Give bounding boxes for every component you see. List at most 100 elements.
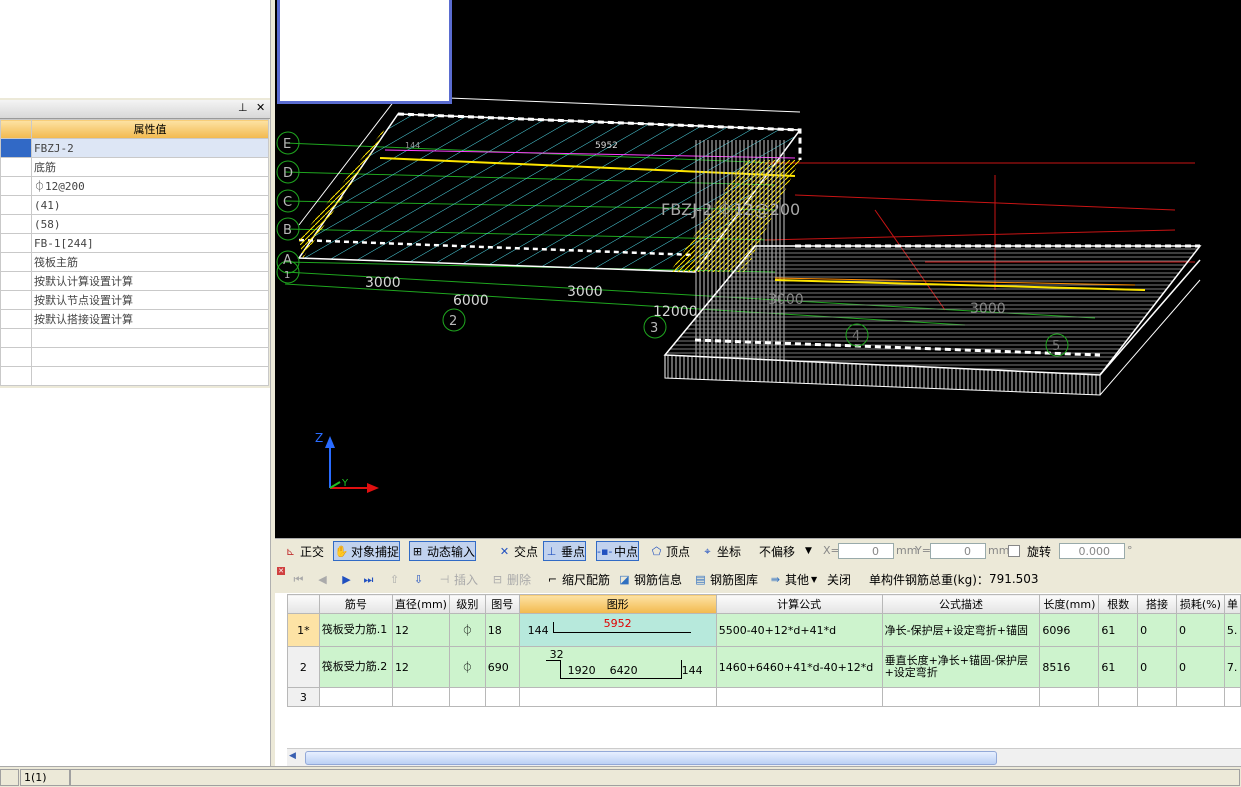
length-cell[interactable]: 6096	[1039, 613, 1100, 647]
axis-label: E	[283, 137, 291, 152]
bar-no-cell[interactable]: 筏板受力筋.2	[318, 646, 393, 688]
grade-cell[interactable]: ⏀	[448, 646, 486, 688]
col-shape[interactable]: 图形	[518, 594, 717, 614]
desc-cell[interactable]: 净长-保护层+设定弯折+锚固	[881, 613, 1041, 647]
shape-cell[interactable]: 144 5952	[518, 613, 717, 647]
property-panel-blank	[0, 388, 271, 766]
unit-cell[interactable]: 5.	[1223, 613, 1241, 647]
diameter-cell[interactable]: 12	[391, 646, 450, 688]
row-header[interactable]: 2	[287, 646, 320, 688]
shape-cell[interactable]: 32 1920 6420 144	[518, 646, 717, 688]
col-length[interactable]: 长度(mm)	[1039, 594, 1100, 614]
horizontal-scrollbar[interactable]: ◀	[287, 748, 1241, 766]
table-row[interactable]: 3	[287, 687, 1241, 707]
x-offset-input[interactable]: 0	[838, 543, 894, 559]
navigation-minimap[interactable]	[277, 0, 452, 104]
property-value[interactable]: ⏀12@200	[31, 176, 269, 196]
property-value[interactable]: 按默认搭接设置计算	[31, 309, 269, 329]
dimension-label: 3000	[567, 284, 603, 300]
unit-cell[interactable]: 7.	[1223, 646, 1241, 688]
property-value[interactable]: (41)	[31, 195, 269, 215]
close-icon[interactable]: ✕	[256, 101, 265, 114]
perpendicular-snap-button[interactable]: ⊥ 垂点	[543, 541, 587, 561]
y-offset-input[interactable]: 0	[930, 543, 986, 559]
delete-button[interactable]: ⊟ 删除	[490, 570, 531, 588]
col-loss[interactable]: 损耗(%)	[1175, 594, 1225, 614]
scrollbar-thumb[interactable]	[305, 751, 997, 765]
property-value[interactable]	[31, 328, 269, 348]
vertex-snap-button[interactable]: ⬠ 顶点	[649, 542, 690, 560]
first-icon: ⏮	[293, 572, 304, 586]
length-cell[interactable]: 8516	[1039, 646, 1100, 688]
loss-cell[interactable]: 0	[1175, 646, 1225, 688]
property-value[interactable]: 筏板主筋	[31, 252, 269, 272]
coordinate-snap-button[interactable]: ⌖ 坐标	[700, 542, 741, 560]
table-row[interactable]: 2 筏板受力筋.2 12 ⏀ 690 32 1920 6420 144 1460…	[287, 646, 1241, 688]
col-grade[interactable]: 级别	[448, 594, 486, 614]
move-up-button[interactable]: ⇧	[387, 570, 404, 588]
other-icon: ⇛	[770, 572, 781, 586]
scale-rebar-button[interactable]: ⌐ 缩尺配筋	[545, 570, 610, 588]
loss-cell[interactable]: 0	[1175, 613, 1225, 647]
row-header[interactable]: 3	[287, 687, 320, 707]
property-value[interactable]: 按默认计算设置计算	[31, 271, 269, 291]
rebar-info-button[interactable]: ◪ 钢筋信息	[617, 570, 682, 588]
shape-segment-a: 1920	[567, 664, 596, 677]
perpendicular-icon: ⊥	[546, 544, 557, 558]
desc-cell[interactable]: 垂直长度+净长+锚固-保护层+设定弯折	[881, 646, 1041, 688]
col-desc[interactable]: 公式描述	[881, 594, 1041, 614]
col-diameter[interactable]: 直径(mm)	[391, 594, 450, 614]
rotate-checkbox[interactable]	[1008, 545, 1020, 557]
move-down-button[interactable]: ⇩	[411, 570, 428, 588]
property-value[interactable]: FBZJ-2	[31, 138, 269, 158]
formula-cell[interactable]: 5500-40+12*d+41*d	[715, 613, 883, 647]
shape-no-cell[interactable]: 690	[484, 646, 520, 688]
last-record-button[interactable]: ⏭	[361, 570, 378, 588]
total-weight-display: 单构件钢筋总重(kg)： 791.503	[869, 572, 1039, 587]
property-value[interactable]: (58)	[31, 214, 269, 234]
orthogonal-button[interactable]: ⊾ 正交	[283, 542, 324, 560]
property-value[interactable]	[31, 347, 269, 367]
lap-cell[interactable]: 0	[1137, 646, 1177, 688]
next-record-button[interactable]: ▶	[339, 570, 356, 588]
property-value[interactable]: 底筋	[31, 157, 269, 177]
pin-icon[interactable]: ⊥	[238, 101, 248, 114]
scroll-left-icon[interactable]: ◀	[289, 751, 296, 761]
grade-cell[interactable]: ⏀	[448, 613, 486, 647]
bar-no-cell[interactable]: 筏板受力筋.1	[318, 613, 393, 647]
rotate-angle-input[interactable]: 0.000	[1059, 543, 1125, 559]
col-unit[interactable]: 单	[1223, 594, 1241, 614]
formula-cell[interactable]: 1460+6460+41*d-40+12*d	[715, 646, 883, 688]
row-header[interactable]: 1*	[287, 613, 320, 647]
property-value[interactable]: FB-1[244]	[31, 233, 269, 253]
shape-no-cell[interactable]: 18	[484, 613, 520, 647]
close-button[interactable]: 关闭	[827, 570, 851, 588]
diameter-cell[interactable]: 12	[391, 613, 450, 647]
count-cell[interactable]: 61	[1098, 613, 1139, 647]
close-icon[interactable]: ✕	[277, 567, 285, 575]
col-count[interactable]: 根数	[1098, 594, 1139, 614]
offset-mode-select[interactable]: 不偏移 ▼	[759, 542, 812, 560]
col-formula[interactable]: 计算公式	[715, 594, 883, 614]
object-snap-button[interactable]: ✋ 对象捕捉	[333, 541, 401, 561]
midpoint-snap-button[interactable]: -▪- 中点	[596, 541, 640, 561]
property-value[interactable]: 按默认节点设置计算	[31, 290, 269, 310]
first-record-button[interactable]: ⏮	[291, 570, 308, 588]
status-bar: 1(1)	[0, 766, 1241, 787]
count-cell[interactable]: 61	[1098, 646, 1139, 688]
col-shape-no[interactable]: 图号	[484, 594, 520, 614]
property-value[interactable]	[31, 366, 269, 386]
other-menu-button[interactable]: ⇛ 其他 ▼	[768, 570, 817, 588]
col-bar-no[interactable]: 筋号	[318, 594, 393, 614]
lap-cell[interactable]: 0	[1137, 613, 1177, 647]
rebar-library-button[interactable]: ▤ 钢筋图库	[693, 570, 758, 588]
dynamic-input-button[interactable]: ⊞ 动态输入	[409, 541, 477, 561]
status-cell	[70, 769, 1240, 786]
prev-record-button[interactable]: ◀	[315, 570, 332, 588]
table-row[interactable]: 1* 筏板受力筋.1 12 ⏀ 18 144 5952 5500-40+12*d…	[287, 613, 1241, 647]
intersection-snap-button[interactable]: ✕ 交点	[497, 542, 538, 560]
arrow-up-icon: ⇧	[389, 572, 400, 586]
dimension-label: 3000	[365, 275, 401, 291]
col-lap[interactable]: 搭接	[1137, 594, 1177, 614]
insert-button[interactable]: ⊣ 插入	[437, 570, 478, 588]
